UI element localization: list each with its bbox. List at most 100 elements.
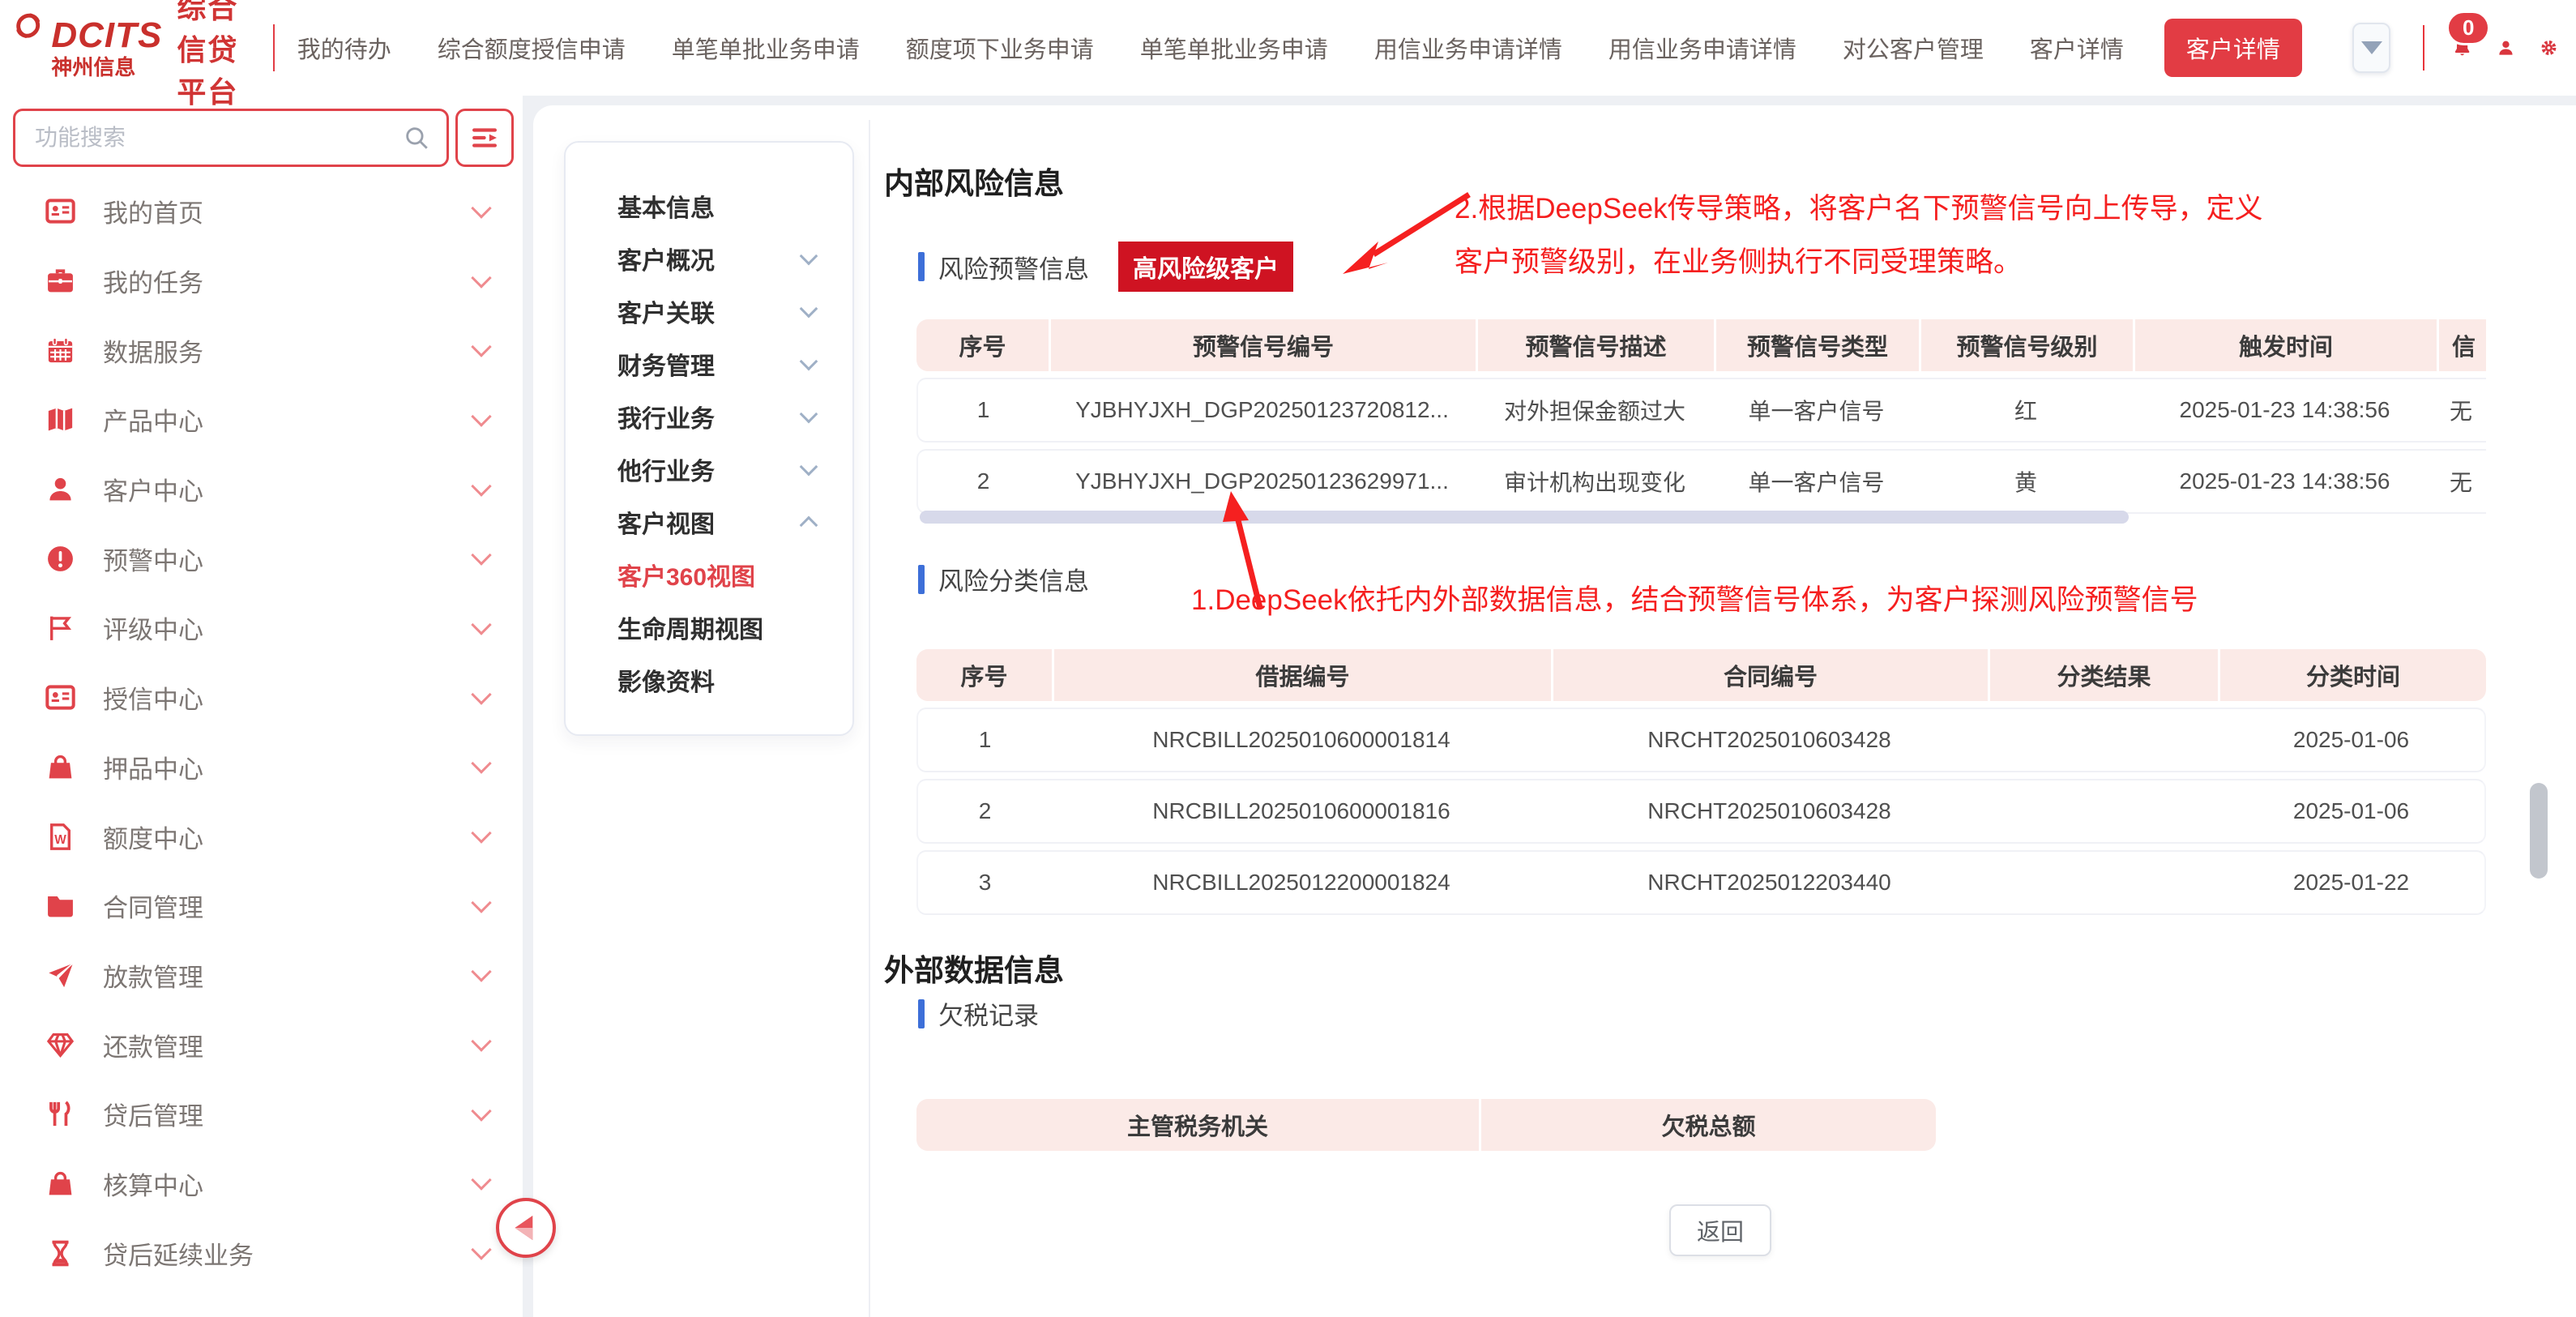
sidebar-item-11[interactable]: 合同管理 bbox=[0, 871, 523, 941]
chevron-down-icon bbox=[471, 1031, 491, 1051]
send-icon bbox=[45, 960, 75, 990]
sidebar-item-label: 产品中心 bbox=[103, 401, 203, 438]
submenu-item-label: 我行业务 bbox=[617, 399, 715, 434]
submenu-item-7[interactable]: 客户视图 bbox=[566, 495, 852, 548]
submenu-item-label: 基本信息 bbox=[617, 188, 715, 224]
sidebar-item-13[interactable]: 还款管理 bbox=[0, 1010, 523, 1080]
notifications-bell-button[interactable]: 0 bbox=[2452, 30, 2472, 66]
logo-product-name: 综合信贷平台 bbox=[177, 0, 252, 111]
risk-warning-table: 序号预警信号编号预警信号描述预警信号类型预警信号级别触发时间信1YJBHYJXH… bbox=[916, 313, 2486, 514]
customer-detail-active-button[interactable]: 客户详情 bbox=[2164, 19, 2302, 77]
column-header: 欠税总额 bbox=[1479, 1099, 1936, 1151]
submenu-item-6[interactable]: 他行业务 bbox=[566, 443, 852, 495]
flag-icon bbox=[45, 613, 75, 643]
settings-gear-button[interactable] bbox=[2540, 32, 2558, 64]
sidebar-item-1[interactable]: 我的首页 bbox=[0, 177, 523, 246]
nav-item-7[interactable]: 用信业务申请详情 bbox=[1608, 31, 1796, 65]
column-header: 预警信号级别 bbox=[1919, 319, 2133, 371]
high-risk-customer-badge: 高风险级客户 bbox=[1118, 242, 1293, 292]
briefcase-icon bbox=[45, 266, 75, 296]
table-row[interactable]: 2YJBHYJXH_DGP20250123629971...审计机构出现变化单一… bbox=[916, 449, 2486, 514]
sidebar-item-4[interactable]: 产品中心 bbox=[0, 385, 523, 455]
table-cell: 无 bbox=[2437, 378, 2486, 443]
sidebar-item-15[interactable]: 核算中心 bbox=[0, 1149, 523, 1219]
user-icon bbox=[45, 474, 75, 504]
sidebar-item-16[interactable]: 贷后延续业务 bbox=[0, 1218, 523, 1288]
submenu-item-1[interactable]: 基本信息 bbox=[566, 179, 852, 232]
sidebar-item-10[interactable]: W额度中心 bbox=[0, 802, 523, 871]
table-horizontal-scrollbar[interactable] bbox=[920, 511, 2129, 524]
vertical-scrollbar[interactable] bbox=[2530, 783, 2548, 879]
sidebar-item-label: 我的任务 bbox=[103, 263, 203, 299]
logo-divider bbox=[273, 24, 275, 71]
nav-item-1[interactable]: 我的待办 bbox=[297, 31, 391, 65]
search-icon[interactable] bbox=[403, 124, 430, 152]
sidebar-item-7[interactable]: 评级中心 bbox=[0, 593, 523, 663]
submenu-item-label: 影像资料 bbox=[617, 662, 715, 698]
nav-item-4[interactable]: 额度项下业务申请 bbox=[906, 31, 1094, 65]
nav-overflow-dropdown-button[interactable] bbox=[2352, 23, 2390, 73]
sidebar-item-3[interactable]: 数据服务 bbox=[0, 315, 523, 385]
search-input[interactable] bbox=[15, 125, 403, 151]
column-header: 合同编号 bbox=[1551, 649, 1988, 701]
sidebar-item-label: 我的首页 bbox=[103, 193, 203, 229]
user-profile-button[interactable] bbox=[2497, 32, 2515, 64]
submenu-item-2[interactable]: 客户概况 bbox=[566, 232, 852, 284]
submenu-item-8[interactable]: 客户360视图 bbox=[566, 548, 852, 601]
sidebar-item-14[interactable]: 贷后管理 bbox=[0, 1080, 523, 1149]
sidebar-item-label: 授信中心 bbox=[103, 679, 203, 716]
table-row[interactable]: 3NRCBILL2025012200001824NRCHT20250122034… bbox=[916, 850, 2486, 915]
content-divider bbox=[869, 120, 870, 1317]
tax-table-container: 主管税务机关欠税总额 bbox=[916, 1093, 1936, 1174]
submenu-item-4[interactable]: 财务管理 bbox=[566, 337, 852, 390]
sidebar-item-8[interactable]: 授信中心 bbox=[0, 663, 523, 733]
table-cell: NRCBILL2025010600001816 bbox=[1052, 779, 1551, 844]
column-header: 预警信号编号 bbox=[1049, 319, 1476, 371]
submenu-item-5[interactable]: 我行业务 bbox=[566, 390, 852, 443]
table-cell: 单一客户信号 bbox=[1714, 449, 1919, 514]
nav-item-2[interactable]: 综合额度授信申请 bbox=[438, 31, 626, 65]
chevron-down-icon bbox=[471, 198, 491, 218]
annotation-1: 1.DeepSeek依托内外部数据信息，结合预警信号体系，为客户探测风险预警信号 bbox=[1191, 574, 2198, 627]
submenu-item-10[interactable]: 影像资料 bbox=[566, 653, 852, 706]
sidebar-item-label: 客户中心 bbox=[103, 471, 203, 507]
sidebar-item-9[interactable]: 押品中心 bbox=[0, 733, 523, 802]
function-search-box bbox=[13, 109, 449, 167]
sidebar-item-label: 贷后延续业务 bbox=[103, 1235, 254, 1272]
sidebar-item-label: 核算中心 bbox=[103, 1165, 203, 1202]
logo: DCITS 神州信息 综合信贷平台 bbox=[13, 0, 252, 111]
menu-collapse-button[interactable] bbox=[455, 109, 514, 167]
column-header: 预警信号描述 bbox=[1476, 319, 1714, 371]
sidebar-collapse-circle-button[interactable] bbox=[496, 1198, 556, 1258]
tax-arrears-section-title: 欠税记录 bbox=[938, 995, 1039, 1032]
column-header: 主管税务机关 bbox=[916, 1099, 1479, 1151]
idcard-icon bbox=[45, 196, 75, 226]
table-cell: 审计机构出现变化 bbox=[1476, 449, 1714, 514]
chevron-down-icon bbox=[2361, 41, 2382, 54]
submenu-item-9[interactable]: 生命周期视图 bbox=[566, 601, 852, 653]
table-row[interactable]: 2NRCBILL2025010600001816NRCHT20250106034… bbox=[916, 779, 2486, 844]
submenu-item-label: 客户概况 bbox=[617, 241, 715, 276]
column-header: 触发时间 bbox=[2133, 319, 2437, 371]
nav-item-9[interactable]: 客户详情 bbox=[2030, 31, 2124, 65]
table-cell: NRCHT2025010603428 bbox=[1551, 779, 1988, 844]
nav-item-3[interactable]: 单笔单批业务申请 bbox=[672, 31, 860, 65]
sidebar-item-12[interactable]: 放款管理 bbox=[0, 941, 523, 1011]
submenu-item-label: 财务管理 bbox=[617, 346, 715, 382]
chevron-down-icon bbox=[471, 267, 491, 288]
submenu-item-3[interactable]: 客户关联 bbox=[566, 284, 852, 337]
chevron-down-icon bbox=[471, 336, 491, 357]
sidebar-item-6[interactable]: 预警中心 bbox=[0, 524, 523, 593]
nav-item-8[interactable]: 对公客户管理 bbox=[1843, 31, 1984, 65]
table-row[interactable]: 1NRCBILL2025010600001814NRCHT20250106034… bbox=[916, 708, 2486, 772]
sidebar-item-2[interactable]: 我的任务 bbox=[0, 246, 523, 316]
table-row[interactable]: 1YJBHYJXH_DGP20250123720812...对外担保金额过大单一… bbox=[916, 378, 2486, 443]
table-cell: 无 bbox=[2437, 449, 2486, 514]
risk-warning-section-title: 风险预警信息 bbox=[938, 249, 1089, 285]
sidebar-item-5[interactable]: 客户中心 bbox=[0, 455, 523, 524]
table-cell: NRCHT2025010603428 bbox=[1551, 708, 1988, 772]
nav-item-5[interactable]: 单笔单批业务申请 bbox=[1140, 31, 1328, 65]
nav-item-6[interactable]: 用信业务申请详情 bbox=[1374, 31, 1562, 65]
back-button[interactable]: 返回 bbox=[1669, 1204, 1771, 1256]
chevron-up-icon bbox=[800, 515, 818, 534]
